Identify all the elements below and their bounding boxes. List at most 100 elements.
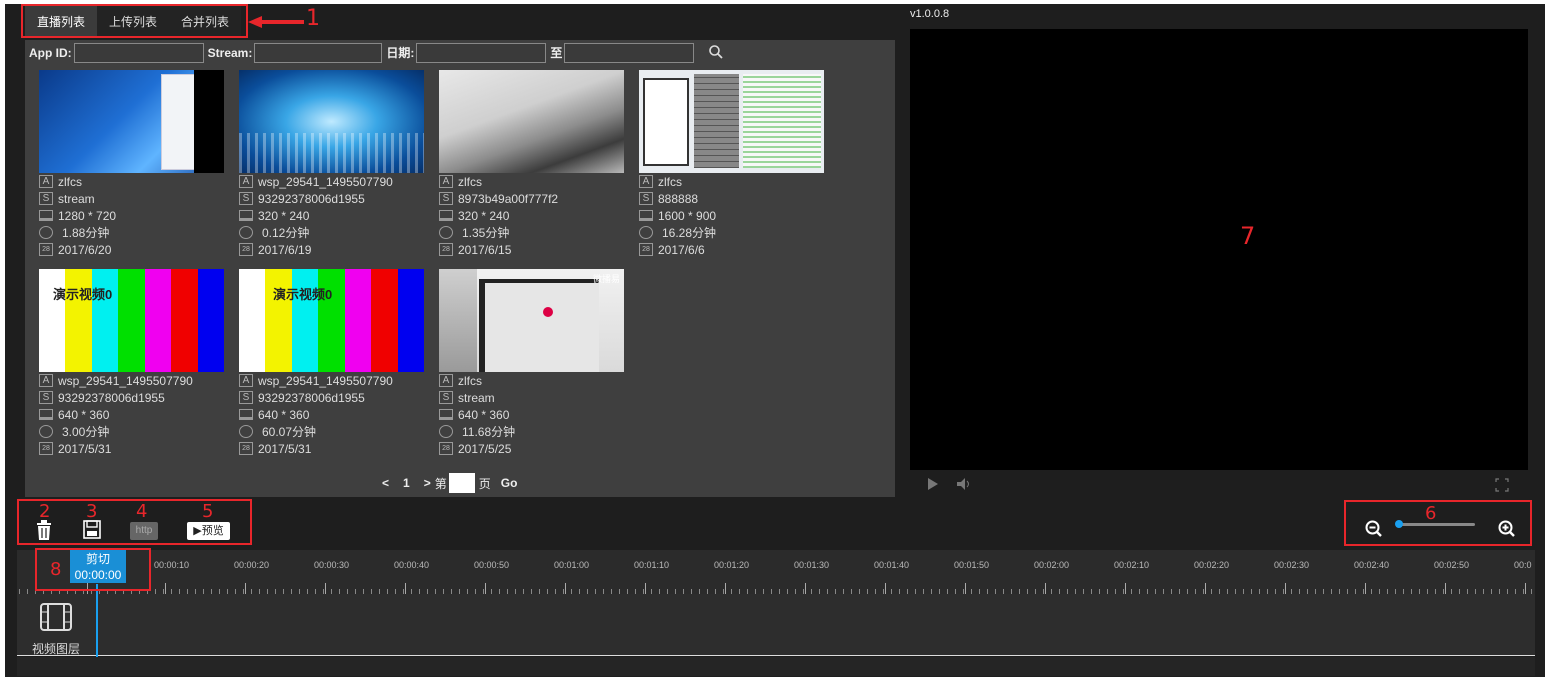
timeline-ruler[interactable]: 00:00:10 00:00:20 00:00:30 00:00:40 00:00:50… xyxy=(17,550,1535,595)
annotation-2: 2 xyxy=(39,501,51,522)
search-icon[interactable] xyxy=(708,44,726,62)
card-date-row: 28 2017/6/6 xyxy=(639,241,824,258)
monitor-icon xyxy=(39,409,53,420)
card-duration-row: 16.28分钟 xyxy=(639,224,824,241)
video-card[interactable]: 演示视频0 Awsp_29541_1495507790 S 93292378006d1… xyxy=(39,269,224,457)
fullscreen-icon[interactable] xyxy=(1495,478,1509,495)
card-stream-name: 93292378006d1955 xyxy=(258,390,365,405)
card-resolution-row: 320 * 240 xyxy=(439,207,624,224)
card-stream-name-row: S 93292378006d1955 xyxy=(239,190,424,207)
timeline-tick-label: 00:00:30 xyxy=(314,560,350,570)
go-button[interactable]: Go xyxy=(501,476,518,490)
calendar-icon: 28 xyxy=(39,243,53,256)
monitor-icon xyxy=(439,210,453,221)
annotation-box-zoom xyxy=(1344,500,1532,546)
card-duration-row: 1.88分钟 xyxy=(39,224,224,241)
card-resolution: 640 * 360 xyxy=(458,407,510,422)
clock-icon xyxy=(39,226,53,239)
video-card[interactable]: Azlfcs S 8973b49a00f777f2 320 * 240 1.35分钟 28… xyxy=(439,70,624,258)
annotation-arrow-icon xyxy=(248,16,304,28)
monitor-icon xyxy=(39,210,53,221)
volume-icon[interactable] xyxy=(957,478,973,493)
next-page-button[interactable]: > xyxy=(424,476,431,490)
video-card[interactable]: 演示视频0 Awsp_29541_1495507790 S 93292378006d1… xyxy=(239,269,424,457)
timeline-tick-label: 00:00:50 xyxy=(474,560,510,570)
monitor-icon xyxy=(239,210,253,221)
thumbnail-overlay-text: 演示视频0 xyxy=(53,287,113,302)
monitor-icon xyxy=(439,409,453,420)
timeline-tick-label: 00:01:20 xyxy=(714,560,750,570)
video-thumbnail[interactable] xyxy=(39,70,224,173)
video-thumbnail[interactable] xyxy=(439,70,624,173)
video-player[interactable] xyxy=(910,29,1528,470)
card-duration: 16.28分钟 xyxy=(662,226,717,240)
app-icon: A xyxy=(439,374,453,387)
card-resolution-row: 320 * 240 xyxy=(239,207,424,224)
timeline-tick-label: 00:0 xyxy=(1514,560,1532,570)
timeline-tick-label: 00:01:10 xyxy=(634,560,670,570)
appid-label: App ID: xyxy=(29,45,72,60)
video-thumbnail[interactable] xyxy=(639,70,824,173)
card-resolution: 320 * 240 xyxy=(258,208,310,223)
card-date-row: 28 2017/5/31 xyxy=(239,440,424,457)
card-date: 2017/5/25 xyxy=(458,441,512,456)
clock-icon xyxy=(39,425,53,438)
video-card[interactable]: 微播易 Azlfcs Sstream 640 * 360 11.68分钟 28 2017/5… xyxy=(439,269,624,457)
current-page[interactable]: 1 xyxy=(403,476,410,490)
card-stream-name-row: S 93292378006d1955 xyxy=(239,389,424,406)
card-duration-row: 1.35分钟 xyxy=(439,224,624,241)
video-card[interactable]: Azlfcs Sstream 1280 * 720 1.88分钟 28 2017/6/20 xyxy=(39,70,224,258)
date-to-label: 至 xyxy=(550,46,563,60)
stream-input[interactable] xyxy=(254,42,383,63)
date-label: 日期: xyxy=(386,46,415,60)
app-icon: A xyxy=(39,175,53,188)
video-card[interactable]: Awsp_29541_1495507790 S 93292378006d1955 32… xyxy=(239,70,424,258)
card-duration: 11.68分钟 xyxy=(462,425,516,439)
card-date-row: 28 2017/6/20 xyxy=(39,241,224,258)
appid-input[interactable] xyxy=(73,42,204,63)
card-app-name: zlfcs xyxy=(458,373,482,388)
stream-label: Stream: xyxy=(207,45,253,60)
pagination: < 1 > 第 页 Go xyxy=(382,473,531,493)
card-resolution-row: 1600 * 900 xyxy=(639,207,824,224)
playhead[interactable] xyxy=(96,584,98,657)
page-prefix: 第 xyxy=(434,476,447,491)
stream-icon: S xyxy=(239,391,253,404)
app-icon: A xyxy=(439,175,453,188)
card-app-name-row: Azlfcs xyxy=(39,173,224,190)
card-duration: 1.35分钟 xyxy=(462,226,510,240)
date-to-input[interactable] xyxy=(564,42,695,63)
card-app-name-row: Azlfcs xyxy=(639,173,824,190)
video-thumbnail[interactable] xyxy=(239,70,424,173)
video-thumbnail[interactable]: 演示视频0 xyxy=(39,269,224,372)
video-grid: Azlfcs Sstream 1280 * 720 1.88分钟 28 2017/6/20… xyxy=(25,65,895,497)
prev-page-button[interactable]: < xyxy=(382,476,389,490)
card-resolution: 640 * 360 xyxy=(258,407,310,422)
card-date-row: 28 2017/5/25 xyxy=(439,440,624,457)
page-number-input[interactable] xyxy=(448,473,475,493)
app-icon: A xyxy=(239,175,253,188)
video-thumbnail[interactable]: 微播易 xyxy=(439,269,624,372)
card-app-name: zlfcs xyxy=(458,174,482,189)
card-resolution-row: 1280 * 720 xyxy=(39,207,224,224)
timeline-tick-label: 00:02:50 xyxy=(1434,560,1470,570)
card-duration: 3.00分钟 xyxy=(62,425,110,439)
stream-icon: S xyxy=(39,391,53,404)
play-icon[interactable] xyxy=(927,478,939,493)
video-card[interactable]: Azlfcs S 888888 1600 * 900 16.28分钟 28 2017/6/6 xyxy=(639,70,824,258)
stream-icon: S xyxy=(639,192,653,205)
card-stream-name-row: S 8973b49a00f777f2 xyxy=(439,190,624,207)
video-layer-track[interactable] xyxy=(17,594,1535,656)
clock-icon xyxy=(439,425,453,438)
card-stream-name: 888888 xyxy=(658,191,699,206)
card-app-name-row: Awsp_29541_1495507790 xyxy=(239,372,424,389)
clock-icon xyxy=(439,226,453,239)
card-duration-row: 11.68分钟 xyxy=(439,423,624,440)
date-from-input[interactable] xyxy=(416,42,547,63)
card-resolution: 640 * 360 xyxy=(58,407,110,422)
video-thumbnail[interactable]: 演示视频0 xyxy=(239,269,424,372)
calendar-icon: 28 xyxy=(39,442,53,455)
card-resolution-row: 640 * 360 xyxy=(439,406,624,423)
card-date: 2017/6/6 xyxy=(658,242,705,257)
card-resolution-row: 640 * 360 xyxy=(39,406,224,423)
